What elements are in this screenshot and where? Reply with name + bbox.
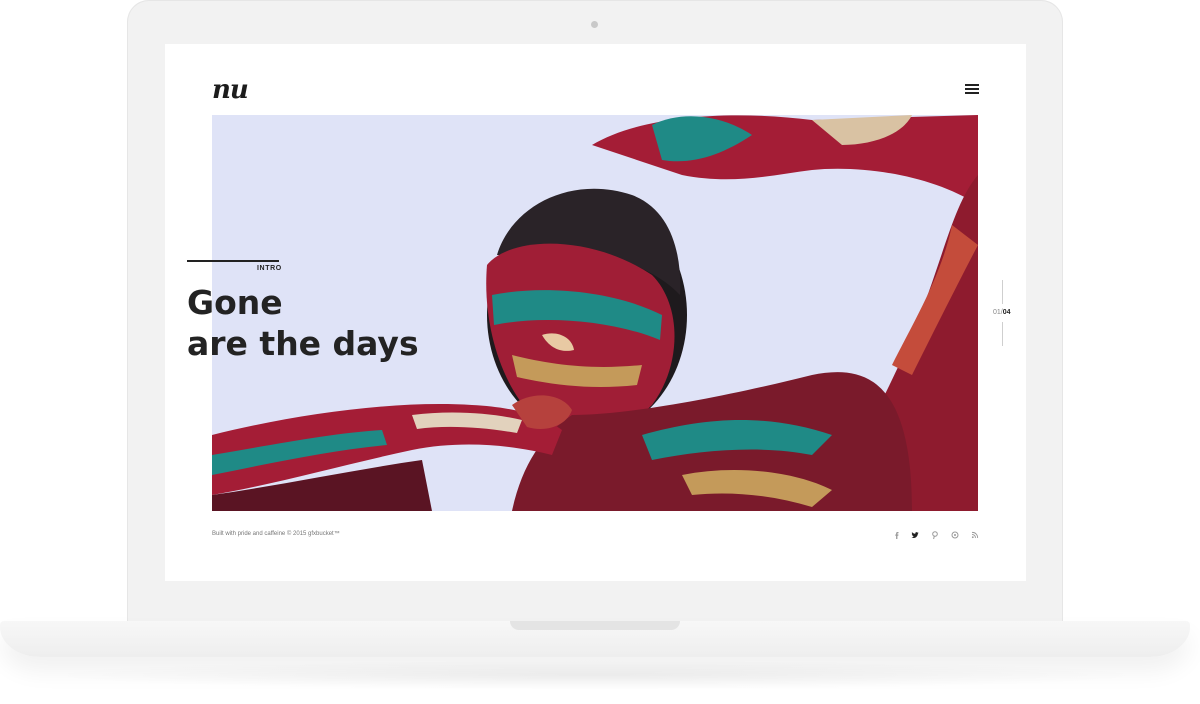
pager-current: 01 xyxy=(993,309,1001,316)
laptop-notch xyxy=(510,621,680,630)
laptop-base xyxy=(0,621,1190,657)
website-screen: nu INTRO Gone are the days 01/04 Built w… xyxy=(165,44,1026,581)
hero-headline: Gone are the days xyxy=(187,282,507,364)
facebook-icon[interactable] xyxy=(891,529,903,541)
slide-pager[interactable]: 01/04 xyxy=(993,309,1011,316)
rss-icon[interactable] xyxy=(969,529,981,541)
pager-total: 04 xyxy=(1002,309,1011,316)
pinterest-icon[interactable] xyxy=(929,529,941,541)
site-logo[interactable]: nu xyxy=(212,77,249,103)
section-label: INTRO xyxy=(257,265,282,272)
pager-line-bottom xyxy=(1002,322,1003,346)
hamburger-menu-icon[interactable] xyxy=(965,84,979,96)
laptop-shadow xyxy=(40,660,1150,690)
headline-line-2: are the days xyxy=(187,324,419,363)
intro-divider xyxy=(187,260,279,262)
headline-line-1: Gone xyxy=(187,283,283,322)
footer-credit: Built with pride and caffeine © 2015 gfx… xyxy=(212,531,340,537)
camera-icon xyxy=(591,21,598,28)
twitter-icon[interactable] xyxy=(909,529,921,541)
pager-line-top xyxy=(1002,280,1003,304)
dribbble-icon[interactable] xyxy=(949,529,961,541)
